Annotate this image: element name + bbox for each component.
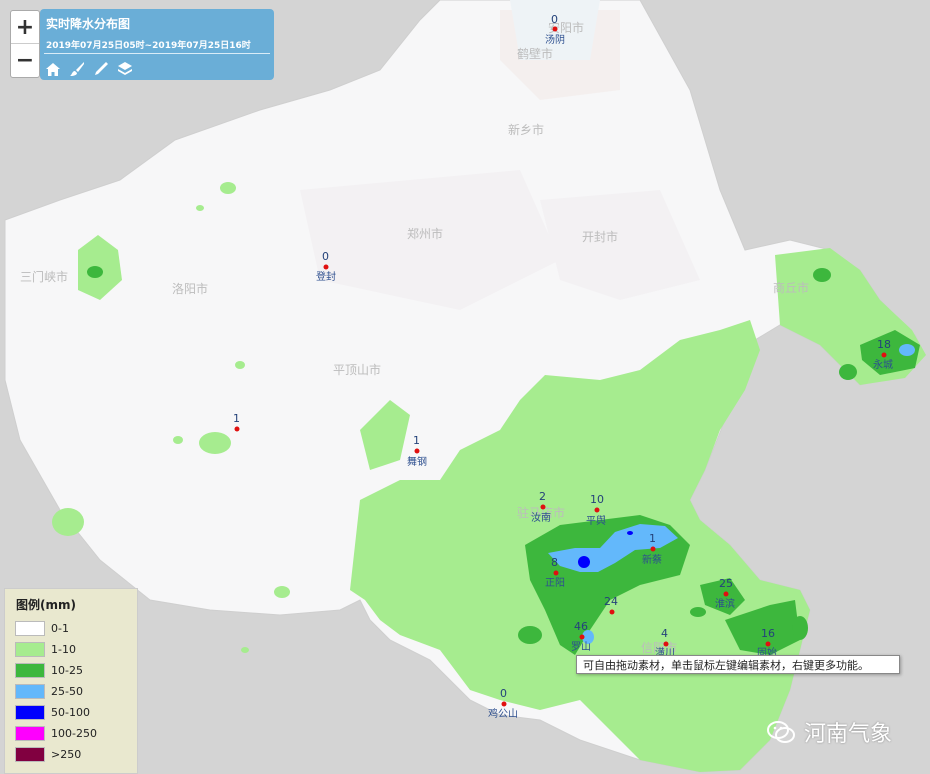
svg-text:淮滨: 淮滨 [715, 597, 735, 610]
legend-swatch [15, 683, 45, 699]
legend-swatch [15, 704, 45, 720]
svg-text:0: 0 [322, 250, 329, 263]
city-xinxiang: 新乡市 [508, 122, 544, 137]
city-pingdingshan: 平顶山市 [333, 362, 381, 377]
legend-swatch [15, 620, 45, 636]
legend-item: 1-10 [15, 639, 131, 659]
brush-icon[interactable] [68, 60, 86, 78]
legend-swatch [15, 725, 45, 741]
svg-text:舞钢: 舞钢 [407, 455, 427, 468]
legend-item: 10-25 [15, 660, 131, 680]
svg-text:24: 24 [604, 595, 618, 608]
legend-item: >250 [15, 744, 131, 764]
svg-text:25: 25 [719, 577, 733, 590]
legend-item: 0-1 [15, 618, 131, 638]
svg-text:平舆: 平舆 [586, 514, 606, 527]
svg-text:0: 0 [500, 687, 507, 700]
svg-text:0: 0 [551, 13, 558, 26]
legend-item: 50-100 [15, 702, 131, 722]
svg-text:46: 46 [574, 620, 588, 633]
svg-text:4: 4 [661, 627, 668, 640]
pen-icon[interactable] [92, 60, 110, 78]
svg-text:永城: 永城 [873, 358, 893, 371]
zoom-in-button[interactable]: + [11, 11, 39, 43]
svg-text:18: 18 [877, 338, 891, 351]
legend-title: 图例(mm) [16, 598, 76, 612]
panel-divider [44, 53, 270, 54]
city-luoyang: 洛阳市 [172, 281, 208, 296]
svg-text:2: 2 [539, 490, 546, 503]
svg-text:10: 10 [590, 493, 604, 506]
home-icon[interactable] [44, 60, 62, 78]
wechat-icon [767, 721, 795, 743]
title-panel: 实时降水分布图 2019年07月25日05时~2019年07月25日16时 [40, 9, 274, 80]
panel-toolbar [44, 60, 134, 78]
svg-text:鸡公山: 鸡公山 [488, 707, 518, 720]
legend-swatch [15, 641, 45, 657]
city-shangqiu: 商丘市 [773, 280, 809, 295]
svg-text:16: 16 [761, 627, 775, 640]
panel-title: 实时降水分布图 [46, 17, 131, 31]
svg-text:8: 8 [551, 556, 558, 569]
svg-text:汤阴: 汤阴 [545, 33, 565, 46]
city-sanmenxia: 三门峡市 [20, 269, 68, 284]
city-zhengzhou: 郑州市 [407, 226, 443, 241]
panel-time-range: 2019年07月25日05时~2019年07月25日16时 [46, 41, 251, 51]
legend-item: 100-250 [15, 723, 131, 743]
svg-text:1: 1 [233, 412, 240, 425]
legend-item: 25-50 [15, 681, 131, 701]
svg-text:1: 1 [649, 532, 656, 545]
watermark: 河南气象 [766, 716, 892, 748]
zoom-out-button[interactable]: − [11, 44, 39, 76]
svg-text:登封: 登封 [316, 270, 336, 283]
svg-text:正阳: 正阳 [545, 577, 565, 589]
city-kaifeng: 开封市 [582, 229, 618, 244]
legend-swatch [15, 746, 45, 762]
city-hebi: 鹤壁市 [517, 46, 553, 61]
svg-text:1: 1 [413, 434, 420, 447]
legend: 图例(mm) 0-1 1-10 10-25 25-50 50-100 100-2… [4, 588, 138, 774]
svg-text:新蔡: 新蔡 [642, 553, 662, 566]
layers-icon[interactable] [116, 60, 134, 78]
legend-swatch [15, 662, 45, 678]
watermark-text: 河南气象 [804, 722, 893, 747]
zoom-control: + − [10, 10, 40, 78]
tooltip: 可自由拖动素材，单击鼠标左键编辑素材，右键更多功能。 [576, 655, 900, 674]
svg-text:罗山: 罗山 [571, 641, 591, 653]
svg-text:汝南: 汝南 [531, 511, 551, 524]
